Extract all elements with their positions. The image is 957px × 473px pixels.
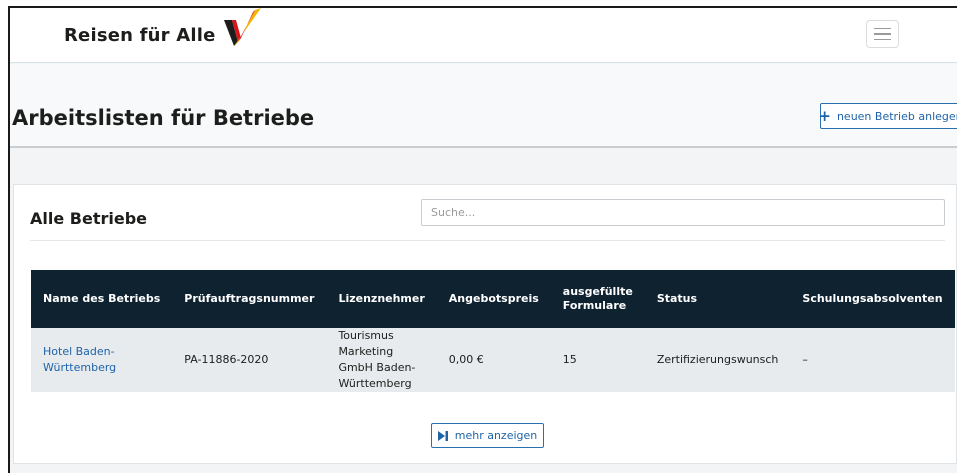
checkmark-logo-icon [223,8,261,46]
column-header-auftrag[interactable]: Prüfauftragsnummer [172,270,326,328]
cell-status: Zertifizierungswunsch [656,353,779,366]
cell-name: Hotel Baden-Württemberg [31,328,172,392]
brand-logo-link[interactable]: Reisen für Alle [64,8,262,48]
skip-forward-icon [437,430,448,441]
column-header-preis[interactable]: Angebotspreis [437,270,551,328]
menu-toggle-icon[interactable] [866,20,899,48]
page-title: Arbeitslisten für Betriebe [12,106,315,130]
show-more-button[interactable]: mehr anzeigen [431,423,544,448]
cell-formulare: 15 [562,353,577,366]
top-navbar: Reisen für Alle [10,8,957,63]
column-header-lizenznehmer[interactable]: Lizenznehmer [326,270,436,328]
column-header-formulare[interactable]: ausgefüllte Formulare [551,270,645,328]
cell-absolventen: – [802,353,808,366]
divider [30,240,945,241]
brand-name: Reisen für Alle [64,24,216,46]
app-frame: Reisen für Alle Arbeitslisten für Betrie… [8,6,957,473]
new-business-button[interactable]: + neuen Betrieb anlegen [818,103,957,129]
page-header: Arbeitslisten für Betriebe + neuen Betri… [10,64,957,148]
cell-preis: 0,00 € [448,353,484,366]
search-input[interactable] [421,199,945,226]
new-business-button-label: neuen Betrieb anlegen [836,109,957,123]
column-header-name[interactable]: Name des Betriebs [31,270,172,328]
plus-icon: + [818,106,831,125]
show-more-button-label: mehr anzeigen [454,429,538,442]
table-row[interactable]: Hotel Baden-Württemberg PA-11886-2020 To… [31,328,955,392]
column-header-status[interactable]: Status [645,270,791,328]
business-table: Name des Betriebs Prüfauftragsnummer Liz… [31,270,955,392]
column-header-absolventen[interactable]: Schulungsabsolventen [790,270,954,328]
table-header-row: Name des Betriebs Prüfauftragsnummer Liz… [31,270,955,328]
business-name-link[interactable]: Hotel Baden-Württemberg [43,345,116,374]
cell-auftrag: PA-11886-2020 [184,353,269,366]
business-list-card: Alle Betriebe Name des Betriebs Prüfauft… [13,184,957,464]
card-title: Alle Betriebe [30,209,147,228]
cell-lizenznehmer: Tourismus Marketing GmbH Baden-Württembe… [338,329,416,390]
